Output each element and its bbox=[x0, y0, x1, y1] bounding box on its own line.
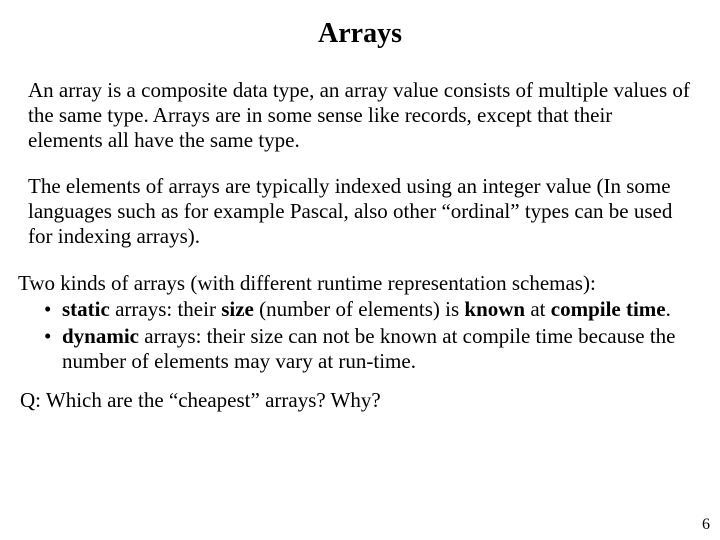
slide-body: An array is a composite data type, an ar… bbox=[0, 78, 720, 412]
bold-size: size bbox=[221, 297, 254, 321]
paragraph-2: The elements of arrays are typically ind… bbox=[28, 174, 692, 248]
bold-known: known bbox=[464, 297, 525, 321]
page-number: 6 bbox=[702, 516, 710, 534]
bullet-item-static: static arrays: their size (number of ele… bbox=[62, 297, 692, 322]
question-line: Q: Which are the “cheapest” arrays? Why? bbox=[20, 388, 692, 413]
bold-static: static bbox=[62, 297, 110, 321]
bullet-item-dynamic: dynamic arrays: their size can not be kn… bbox=[62, 324, 692, 374]
slide: Arrays An array is a composite data type… bbox=[0, 0, 720, 540]
paragraph-1: An array is a composite data type, an ar… bbox=[28, 78, 692, 152]
bold-dynamic: dynamic bbox=[62, 324, 139, 348]
slide-title: Arrays bbox=[0, 0, 720, 78]
paragraph-3-intro: Two kinds of arrays (with different runt… bbox=[18, 271, 692, 296]
bullet-list: static arrays: their size (number of ele… bbox=[28, 297, 692, 373]
bold-compile-time: compile time bbox=[551, 297, 666, 321]
